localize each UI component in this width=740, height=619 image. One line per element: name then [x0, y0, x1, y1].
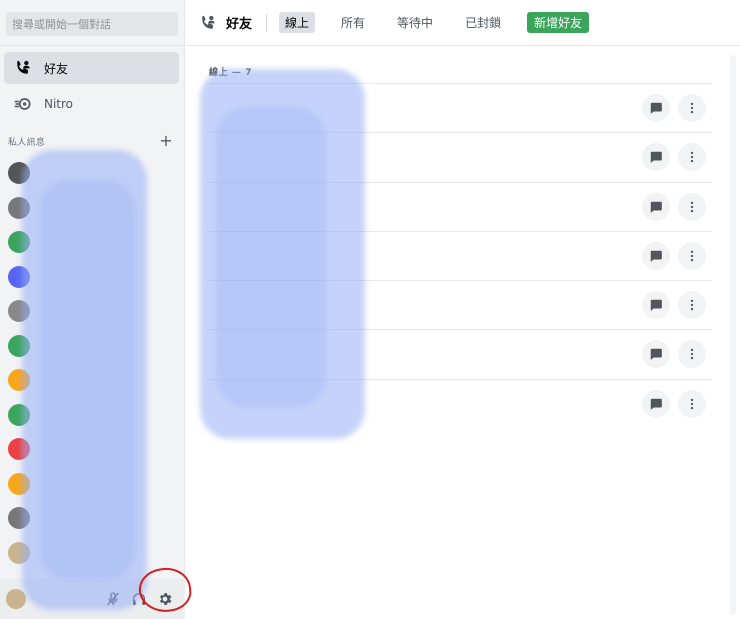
tab-blocked[interactable]: 已封鎖: [459, 12, 507, 33]
page-title: 好友: [226, 17, 253, 32]
dm-item[interactable]: [4, 225, 179, 260]
more-options-icon[interactable]: [678, 192, 706, 221]
more-options-icon[interactable]: [678, 340, 706, 369]
nitro-icon: [12, 93, 34, 115]
gear-icon[interactable]: [155, 589, 175, 609]
friend-row[interactable]: [206, 83, 712, 132]
dm-item[interactable]: [4, 536, 179, 571]
avatar: [8, 231, 30, 254]
dm-item[interactable]: [4, 156, 179, 191]
friend-actions: [642, 192, 706, 221]
dm-item[interactable]: [4, 467, 179, 502]
divider: [266, 13, 268, 32]
friends-main: 線上 — 7: [186, 47, 740, 619]
sidebar: 好友 Nitro 私人訊息 +: [0, 0, 185, 619]
avatar[interactable]: [6, 589, 26, 609]
dm-header-label: 私人訊息: [8, 137, 46, 148]
online-count-label: 線上 — 7: [209, 68, 253, 78]
avatar: [8, 265, 30, 288]
friend-row[interactable]: [206, 230, 712, 280]
avatar: [8, 403, 30, 426]
friends-icon: [198, 12, 220, 34]
dm-item[interactable]: [4, 363, 179, 398]
dm-list: [4, 156, 179, 570]
dm-header: 私人訊息 +: [8, 133, 173, 149]
dm-item[interactable]: [4, 432, 179, 467]
friend-actions: [642, 241, 706, 270]
message-icon[interactable]: [642, 389, 670, 418]
mute-icon[interactable]: [103, 589, 123, 609]
message-icon[interactable]: [642, 340, 670, 369]
dm-item[interactable]: [4, 501, 179, 536]
dm-item[interactable]: [4, 329, 179, 364]
dm-item[interactable]: [4, 398, 179, 433]
dm-item[interactable]: [4, 260, 179, 295]
sidebar-item-friends[interactable]: 好友: [4, 52, 179, 84]
sidebar-item-label: Nitro: [44, 97, 74, 111]
message-icon[interactable]: [642, 94, 670, 122]
sidebar-item-nitro[interactable]: Nitro: [4, 88, 179, 120]
plus-icon[interactable]: +: [159, 133, 173, 149]
dm-item[interactable]: [4, 191, 179, 226]
friend-row[interactable]: [206, 329, 712, 378]
tab-all[interactable]: 所有: [335, 12, 371, 33]
tab-online[interactable]: 線上: [279, 12, 316, 33]
user-panel: [0, 579, 185, 619]
user-controls: [103, 589, 175, 609]
friend-row[interactable]: [206, 378, 712, 428]
friend-actions: [642, 291, 706, 320]
search-area: [0, 0, 184, 46]
message-icon[interactable]: [642, 143, 670, 172]
more-options-icon[interactable]: [678, 241, 706, 270]
more-options-icon[interactable]: [678, 389, 706, 418]
avatar: [8, 541, 30, 564]
headset-icon[interactable]: [129, 589, 149, 609]
friend-row[interactable]: [206, 280, 712, 329]
avatar: [8, 507, 30, 530]
search-input[interactable]: [6, 12, 178, 36]
tab-pending[interactable]: 等待中: [391, 12, 439, 33]
dm-item[interactable]: [4, 294, 179, 329]
friend-actions: [642, 143, 706, 172]
message-icon[interactable]: [642, 192, 670, 221]
top-bar: 好友 線上 所有 等待中 已封鎖 新增好友: [186, 0, 740, 46]
scrollbar[interactable]: [730, 55, 736, 615]
friend-actions: [642, 94, 706, 122]
friend-row[interactable]: [206, 132, 712, 181]
friend-list: [206, 83, 712, 428]
sidebar-item-label: 好友: [44, 61, 69, 76]
more-options-icon[interactable]: [678, 94, 706, 122]
message-icon[interactable]: [642, 291, 670, 320]
avatar: [8, 196, 30, 219]
more-options-icon[interactable]: [678, 291, 706, 320]
friends-icon: [12, 57, 34, 79]
avatar: [8, 438, 30, 461]
friend-row[interactable]: [206, 181, 712, 231]
more-options-icon[interactable]: [678, 143, 706, 172]
add-friend-button[interactable]: 新增好友: [527, 12, 590, 33]
avatar: [8, 162, 30, 185]
friend-actions: [642, 389, 706, 418]
avatar: [8, 369, 30, 392]
friend-actions: [642, 340, 706, 369]
avatar: [8, 334, 30, 357]
avatar: [8, 472, 30, 495]
avatar: [8, 300, 30, 323]
message-icon[interactable]: [642, 241, 670, 270]
